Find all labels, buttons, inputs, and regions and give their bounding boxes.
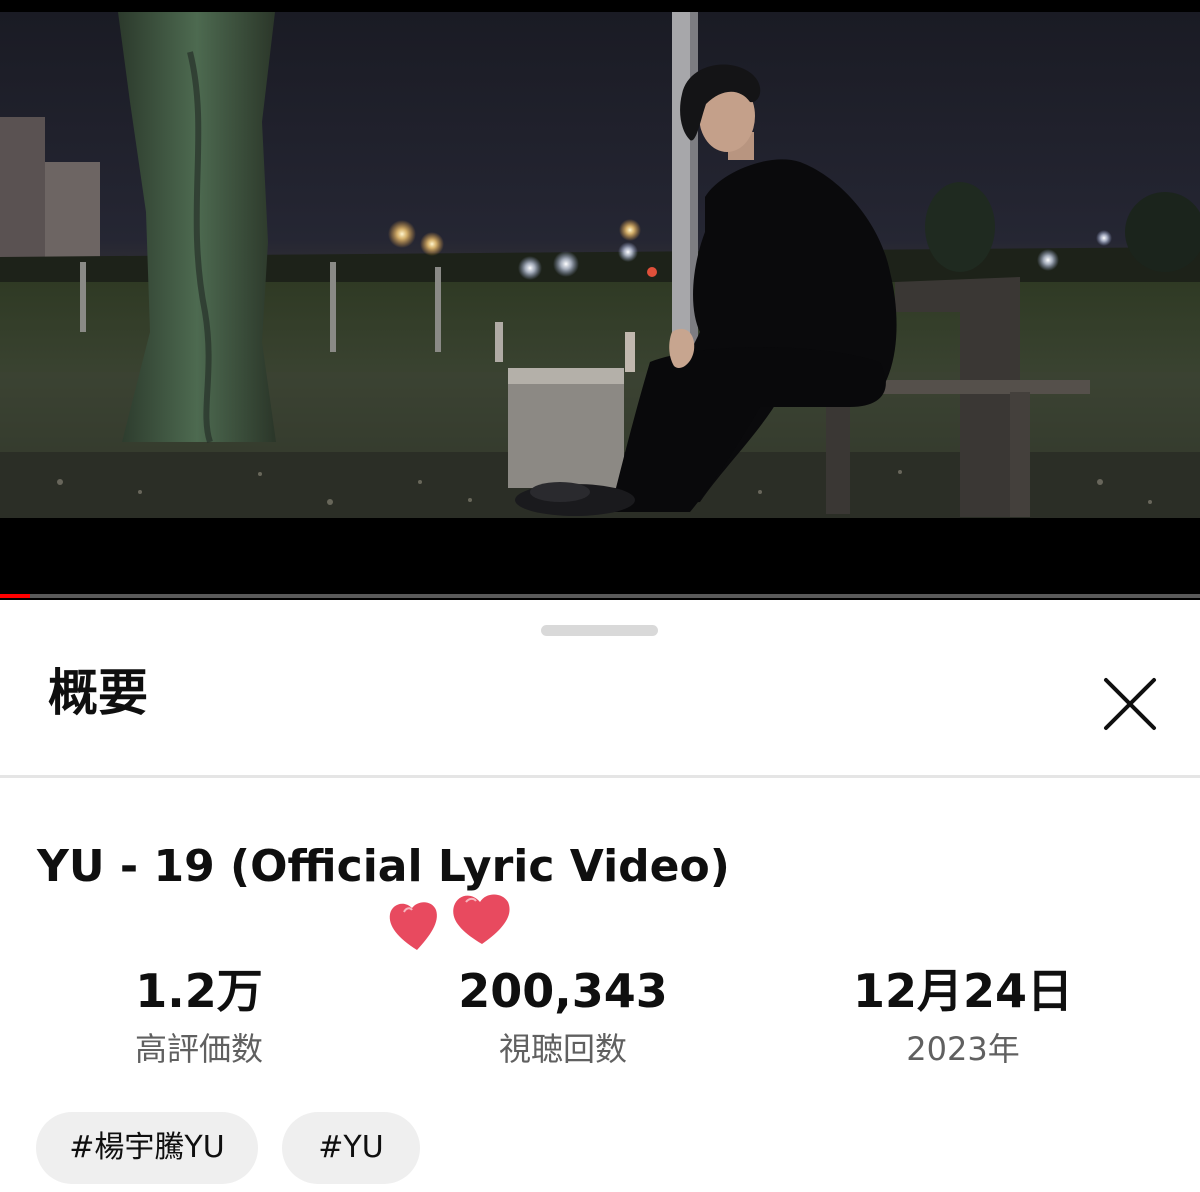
stat-views: 200,343 視聴回数 (398, 963, 728, 1069)
video-player[interactable] (0, 0, 1200, 600)
close-button[interactable] (1096, 670, 1166, 740)
drag-handle[interactable] (541, 625, 658, 636)
stat-likes-label: 高評価数 (134, 1030, 263, 1068)
hearts-sticker (389, 894, 510, 950)
sheet-title: 概要 (48, 664, 148, 722)
stat-date-year: 2023年 (906, 1030, 1020, 1068)
stat-likes-value: 1.2万 (135, 964, 263, 1018)
stat-views-value: 200,343 (458, 964, 668, 1018)
stat-date-value: 12月24日 (852, 964, 1074, 1018)
hashtag-chip[interactable]: #楊宇騰YU (36, 1112, 258, 1184)
description-sheet: 概要 YU - 19 (Official Lyric Video) 1.2万 高… (0, 600, 1200, 1192)
close-icon (1104, 678, 1156, 730)
divider (0, 775, 1200, 778)
video-title: YU - 19 (Official Lyric Video) (37, 841, 730, 892)
hashtag-chip[interactable]: #YU (282, 1112, 420, 1184)
video-progress-fill (0, 594, 30, 598)
video-frame[interactable] (0, 12, 1200, 518)
video-progress-bar[interactable] (0, 594, 1200, 598)
stat-date: 12月24日 2023年 (798, 963, 1128, 1069)
stat-likes: 1.2万 高評価数 (34, 963, 364, 1069)
stat-views-label: 視聴回数 (498, 1030, 627, 1068)
